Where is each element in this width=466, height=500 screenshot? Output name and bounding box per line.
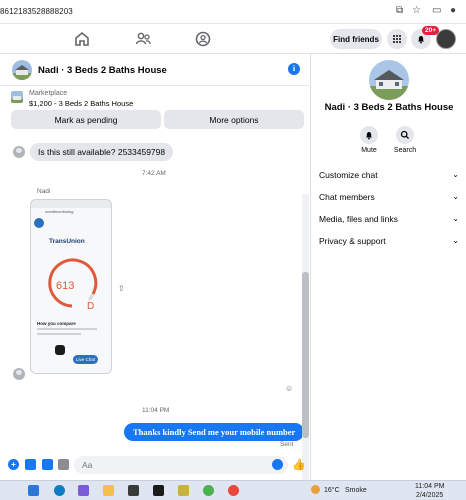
- top-navigation: Find friends 20+: [0, 24, 466, 54]
- chat-avatar[interactable]: [12, 60, 32, 80]
- menu-button[interactable]: [387, 29, 407, 49]
- more-options-button[interactable]: More options: [164, 110, 304, 129]
- marketplace-thumbnail[interactable]: [11, 91, 23, 103]
- incoming-message[interactable]: Is this still available? 2533459798: [30, 143, 174, 161]
- credit-score: 613: [56, 280, 75, 292]
- copilot-icon[interactable]: [78, 485, 89, 496]
- timestamp: 11:04 PM: [142, 407, 170, 414]
- plus-icon[interactable]: +: [8, 459, 19, 470]
- attachment-compare: How you compare: [37, 321, 76, 326]
- search-label: Search: [393, 147, 417, 154]
- chrome-icon[interactable]: [203, 485, 214, 496]
- mute-button[interactable]: [360, 126, 378, 144]
- conversation-details-panel: Nadi · 3 Beds 2 Baths House Mute Search …: [312, 54, 466, 480]
- share-icon[interactable]: ⇧: [118, 284, 125, 293]
- store-icon[interactable]: [128, 485, 139, 496]
- sticker-icon[interactable]: [42, 459, 53, 470]
- app-icon[interactable]: [153, 485, 164, 496]
- privacy-support-row[interactable]: Privacy & support ⌄: [319, 236, 459, 250]
- start-icon[interactable]: [28, 485, 39, 496]
- details-title: Nadi · 3 Beds 2 Baths House: [324, 102, 454, 113]
- customize-chat-label: Customize chat: [319, 170, 378, 180]
- chat-header: Nadi · 3 Beds 2 Baths House i: [0, 54, 311, 86]
- notification-badge: 20+: [422, 26, 440, 35]
- chrome-active-icon[interactable]: [228, 485, 239, 496]
- weather-desc[interactable]: Smoke: [345, 487, 367, 494]
- media-files-row[interactable]: Media, files and links ⌄: [319, 214, 459, 228]
- file-explorer-icon[interactable]: [103, 485, 114, 496]
- attachment-text-line: [37, 333, 81, 335]
- message-composer: + 👍: [0, 452, 311, 480]
- find-friends-button[interactable]: Find friends: [330, 29, 382, 49]
- taskbar: 16°C Smoke 11:04 PM 2/4/2025: [0, 480, 466, 500]
- sender-name: Nadi: [37, 188, 51, 195]
- emoji-icon[interactable]: [272, 459, 283, 470]
- bell-icon: [418, 36, 424, 44]
- house-photo-large: [369, 60, 409, 100]
- image-attachment[interactable]: creditmonitoring TransUnion 613 D How yo…: [30, 199, 112, 374]
- thumbs-up-icon[interactable]: 👍: [292, 458, 306, 471]
- house-thumb-photo: [11, 91, 23, 103]
- info-icon[interactable]: i: [288, 63, 300, 75]
- profile-icon[interactable]: ●: [450, 6, 456, 16]
- customize-chat-row[interactable]: Customize chat ⌄: [319, 170, 459, 184]
- bookmark-star-icon[interactable]: ☆: [412, 6, 421, 16]
- media-files-label: Media, files and links: [319, 214, 398, 224]
- url-text[interactable]: 8612183528888203: [0, 7, 73, 16]
- mute-bell-icon: [366, 132, 372, 140]
- credit-grade: D: [87, 301, 95, 312]
- outgoing-message[interactable]: Thanks kindly Send me your mobile number: [124, 423, 305, 441]
- app-icon[interactable]: [178, 485, 189, 496]
- gif-icon[interactable]: [58, 459, 69, 470]
- attachment-site-text: creditmonitoring: [45, 209, 74, 214]
- chevron-down-icon: ⌄: [452, 236, 459, 245]
- details-avatar[interactable]: [369, 60, 409, 100]
- privacy-support-label: Privacy & support: [319, 236, 386, 246]
- chevron-down-icon: ⌄: [452, 170, 459, 179]
- weather-icon[interactable]: [311, 485, 320, 494]
- groups-icon[interactable]: [193, 29, 213, 49]
- house-photo: [12, 60, 32, 80]
- attachment-logo-icon: [34, 218, 44, 228]
- grid-menu-icon: [393, 35, 401, 43]
- chat-members-label: Chat members: [319, 192, 375, 202]
- browser-address-bar: 8612183528888203 ⧉ ☆ ▭ ●: [0, 0, 466, 24]
- sender-avatar[interactable]: [13, 146, 25, 158]
- attachment-text-line: [37, 328, 97, 330]
- attachment-brand: TransUnion: [49, 238, 85, 245]
- search-icon: [400, 130, 410, 140]
- weather-temp[interactable]: 16°C: [324, 487, 340, 494]
- edge-icon[interactable]: [54, 485, 65, 496]
- sender-avatar[interactable]: [13, 368, 25, 380]
- mark-as-pending-button[interactable]: Mark as pending: [11, 110, 161, 129]
- attachment-statusbar: [31, 200, 111, 208]
- search-button[interactable]: [396, 126, 414, 144]
- sent-status: Sent: [280, 441, 294, 448]
- timestamp: 7:42 AM: [142, 170, 166, 177]
- chevron-down-icon: ⌄: [452, 192, 459, 201]
- marketplace-label: Marketplace: [29, 90, 68, 97]
- mute-label: Mute: [361, 147, 377, 154]
- account-avatar[interactable]: [436, 29, 456, 49]
- chevron-down-icon: ⌄: [452, 214, 459, 223]
- chat-panel: Nadi · 3 Beds 2 Baths House i Marketplac…: [0, 54, 311, 494]
- install-app-icon[interactable]: ⧉: [396, 6, 403, 16]
- chat-members-row[interactable]: Chat members ⌄: [319, 192, 459, 206]
- clock-date[interactable]: 2/4/2025: [416, 492, 443, 499]
- chat-title[interactable]: Nadi · 3 Beds 2 Baths House: [38, 65, 167, 76]
- home-icon[interactable]: [72, 29, 92, 49]
- clock-time[interactable]: 11:04 PM: [415, 483, 444, 490]
- scrollbar-thumb[interactable]: [302, 272, 309, 438]
- message-input[interactable]: [74, 456, 288, 474]
- image-icon[interactable]: [25, 459, 36, 470]
- attachment-live-chat: Live Chat: [73, 355, 99, 364]
- tab-search-icon[interactable]: ▭: [432, 6, 441, 16]
- people-icon[interactable]: [133, 29, 153, 49]
- attachment-pointer-icon: [55, 345, 65, 355]
- listing-price-line[interactable]: $1,200 - 3 Beds 2 Baths House: [29, 99, 133, 108]
- reaction-icon[interactable]: ☺: [285, 384, 293, 393]
